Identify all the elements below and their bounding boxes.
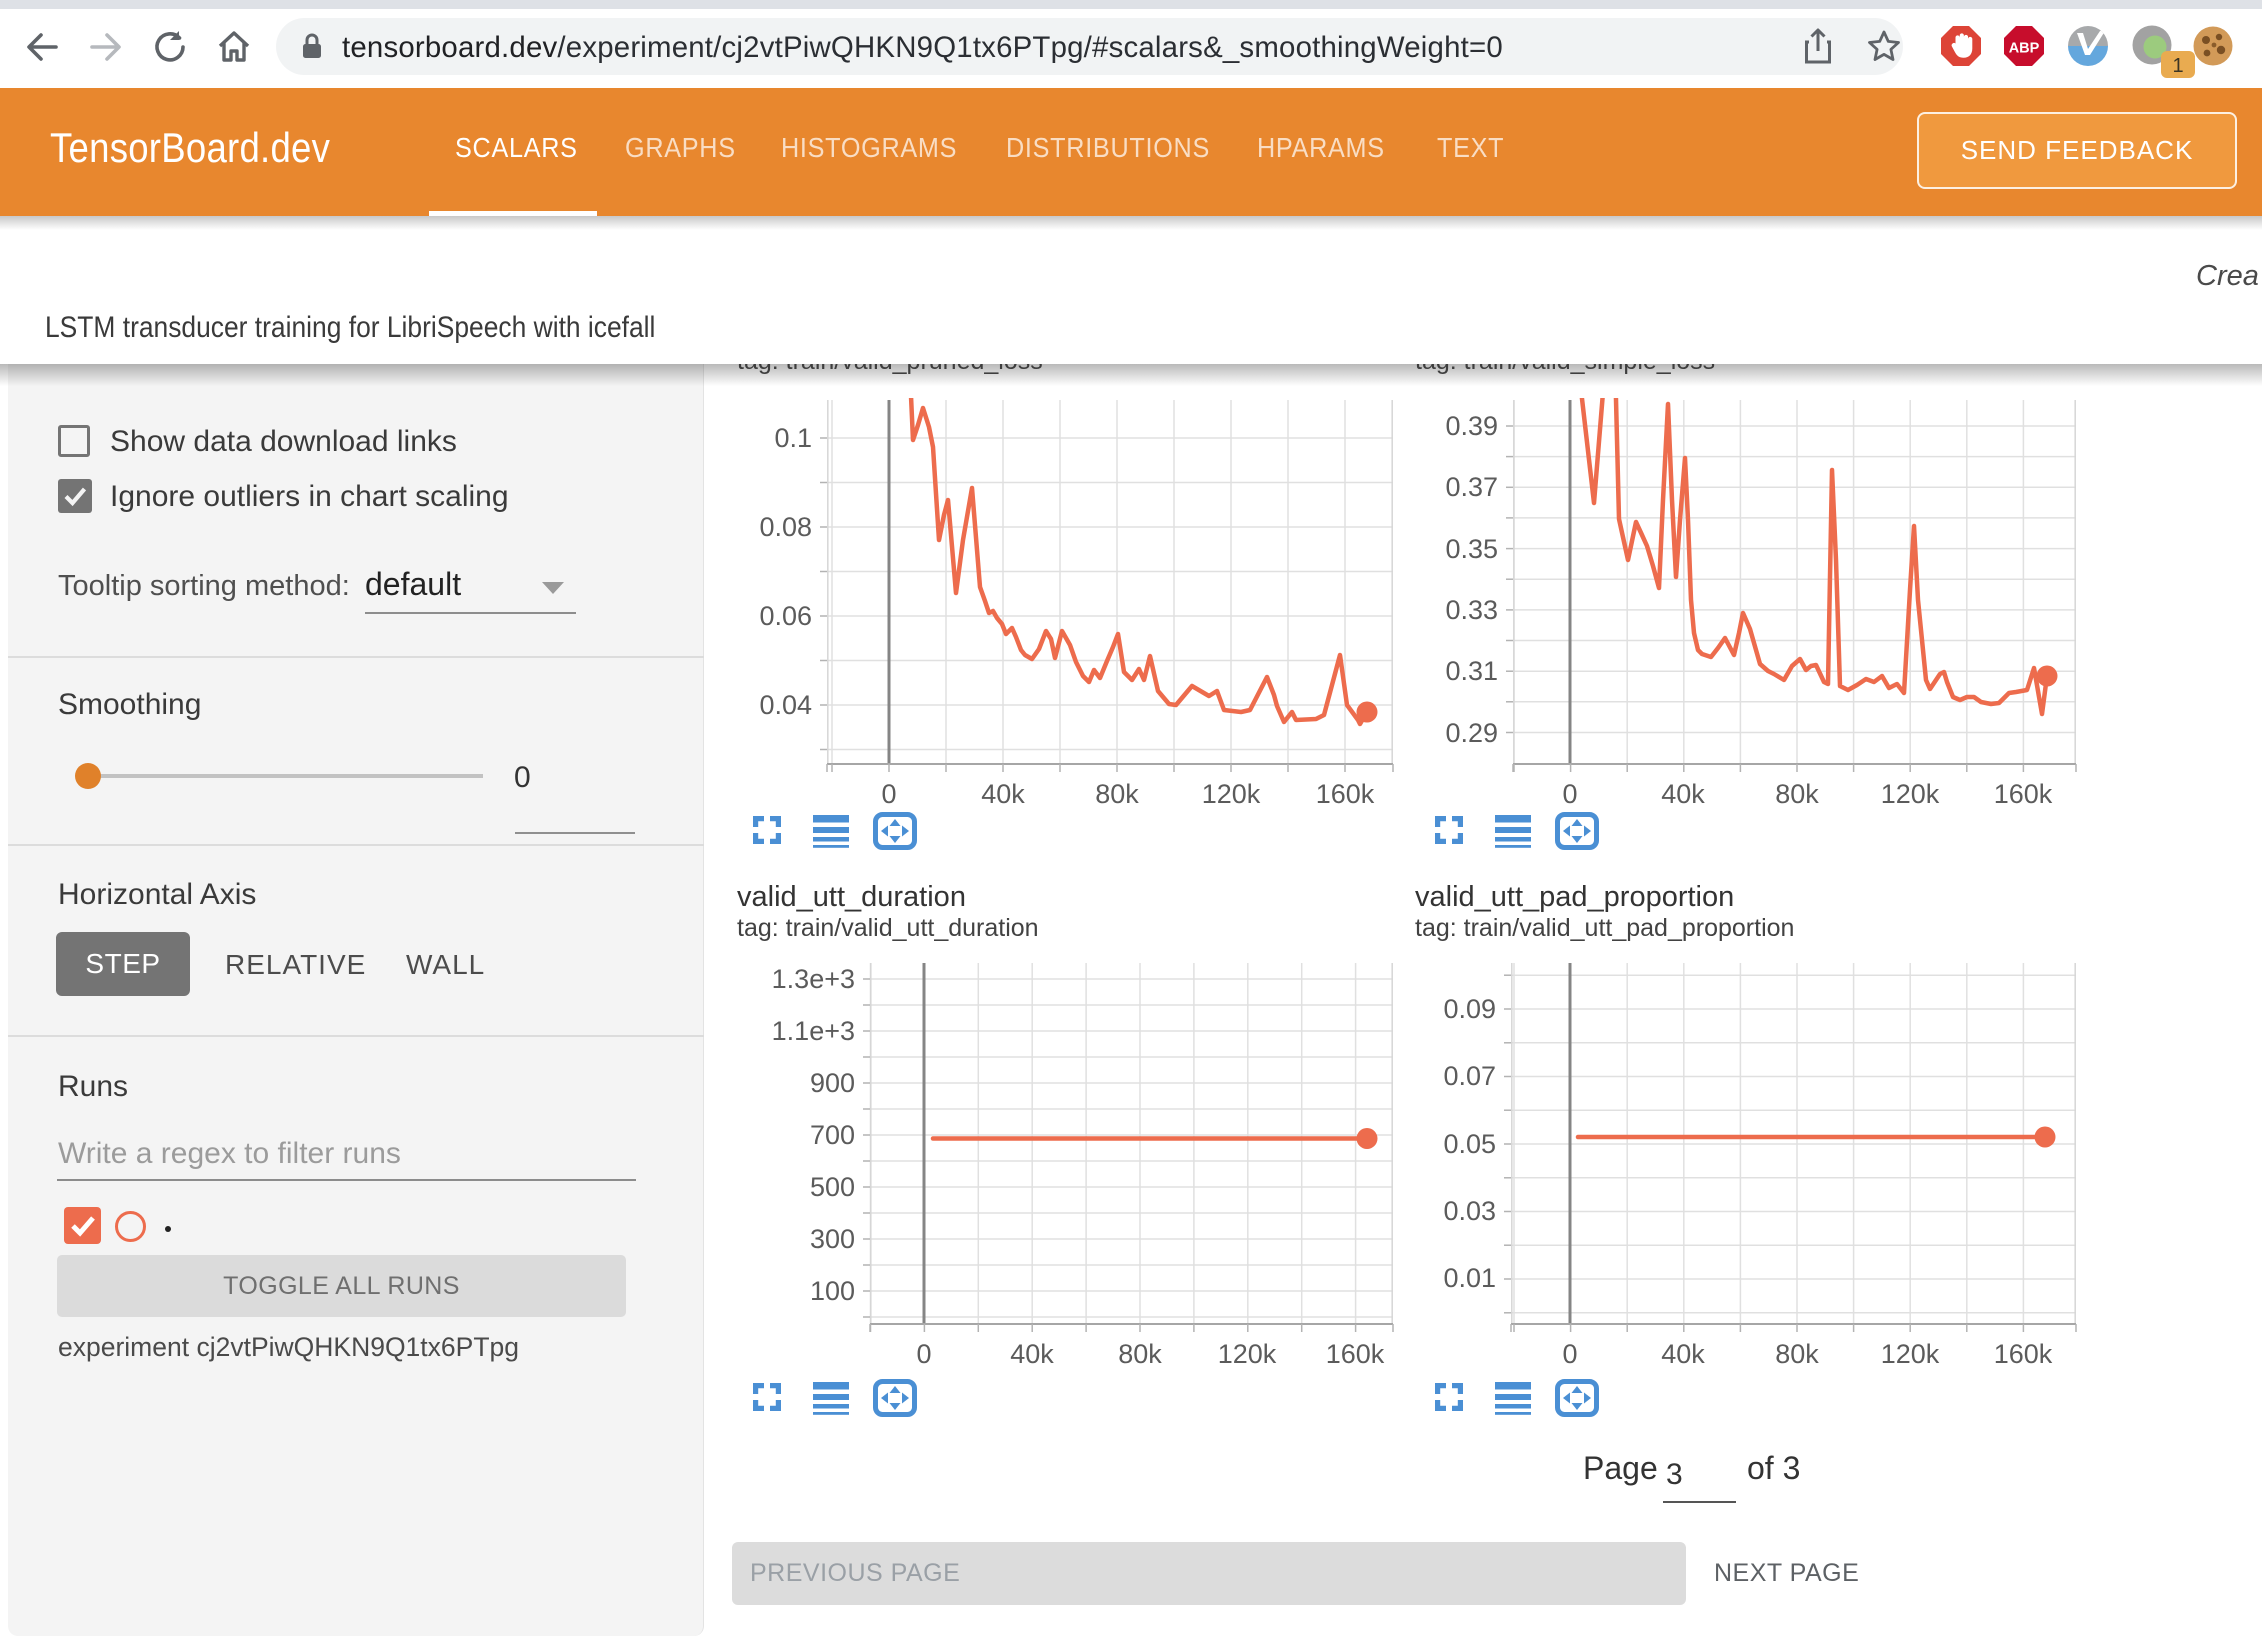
svg-text:0: 0	[1562, 1339, 1577, 1369]
svg-text:0.07: 0.07	[1443, 1061, 1496, 1091]
svg-text:120k: 120k	[1881, 1339, 1940, 1369]
svg-text:80k: 80k	[1775, 1339, 1819, 1369]
svg-text:40k: 40k	[1661, 1339, 1705, 1369]
svg-text:0.01: 0.01	[1443, 1263, 1496, 1293]
svg-text:0.09: 0.09	[1443, 994, 1496, 1024]
svg-text:160k: 160k	[1994, 1339, 2053, 1369]
svg-text:0.05: 0.05	[1443, 1129, 1496, 1159]
svg-text:0.03: 0.03	[1443, 1196, 1496, 1226]
